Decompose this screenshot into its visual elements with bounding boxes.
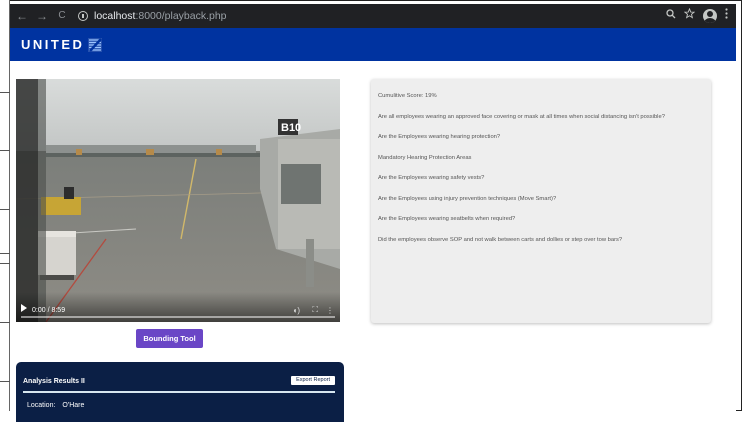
question-item: Are the Employees wearing safety vests? [378, 175, 485, 181]
url-host: localhost [94, 10, 136, 22]
airport-apron-frame: B10 [16, 79, 340, 322]
question-item: Are all employees wearing an approved fa… [378, 113, 665, 120]
bounding-tool-button[interactable]: Bounding Tool [136, 329, 203, 348]
analysis-divider [23, 391, 335, 393]
page-content: B10 0:00 / 8:59 ◖) ⛶ ⋮ Bounding Tool Ana… [10, 61, 736, 422]
brand-logo-text[interactable]: UNITED [21, 37, 84, 52]
volume-icon[interactable]: ◖) [293, 306, 301, 315]
menu-icon[interactable] [725, 4, 728, 28]
video-player[interactable]: B10 0:00 / 8:59 ◖) ⛶ ⋮ [16, 79, 340, 322]
fullscreen-icon[interactable]: ⛶ [312, 305, 318, 315]
cumulative-score: Cumulitive Score: 19% [378, 93, 437, 99]
location-label: Location: [27, 402, 56, 409]
gate-sign: B10 [281, 122, 301, 134]
question-item: Are the Employees using injury preventio… [378, 195, 557, 202]
browser-toolbar: ← → C localhost:8000/playback.php [10, 4, 736, 28]
reload-icon[interactable]: C [54, 4, 70, 28]
play-icon[interactable] [21, 304, 27, 312]
analysis-results-card: Analysis Results II Export Report Locati… [16, 362, 344, 422]
zoom-icon[interactable] [666, 4, 676, 28]
question-item: Mandatory Hearing Protection Areas [378, 154, 472, 161]
export-report-button[interactable]: Export Report [291, 376, 335, 385]
question-item: Did the employees observe SOP and not wa… [378, 236, 623, 243]
left-edge-artifact [0, 0, 10, 411]
back-icon[interactable]: ← [14, 4, 30, 28]
url-path: :8000/playback.php [135, 10, 227, 22]
more-options-icon[interactable]: ⋮ [326, 306, 334, 315]
profile-icon[interactable] [703, 9, 717, 23]
globe-logo-icon [88, 37, 103, 52]
location-row: Location: O'Hare [27, 402, 84, 409]
question-item: Are the Employees wearing seatbelts when… [378, 216, 516, 222]
video-time: 0:00 / 8:59 [32, 307, 66, 314]
questions-panel: Cumulitive Score: 19% Are all employees … [371, 79, 711, 323]
video-progress-bar[interactable] [21, 316, 335, 318]
site-info-icon[interactable] [78, 11, 88, 21]
question-item: Are the Employees wearing hearing protec… [378, 134, 501, 140]
analysis-title: Analysis Results II [23, 378, 85, 385]
address-bar[interactable]: localhost:8000/playback.php [78, 7, 227, 25]
location-value: O'Hare [62, 402, 85, 409]
site-header: UNITED [10, 28, 736, 61]
star-icon[interactable] [683, 4, 696, 28]
forward-icon[interactable]: → [34, 4, 50, 28]
